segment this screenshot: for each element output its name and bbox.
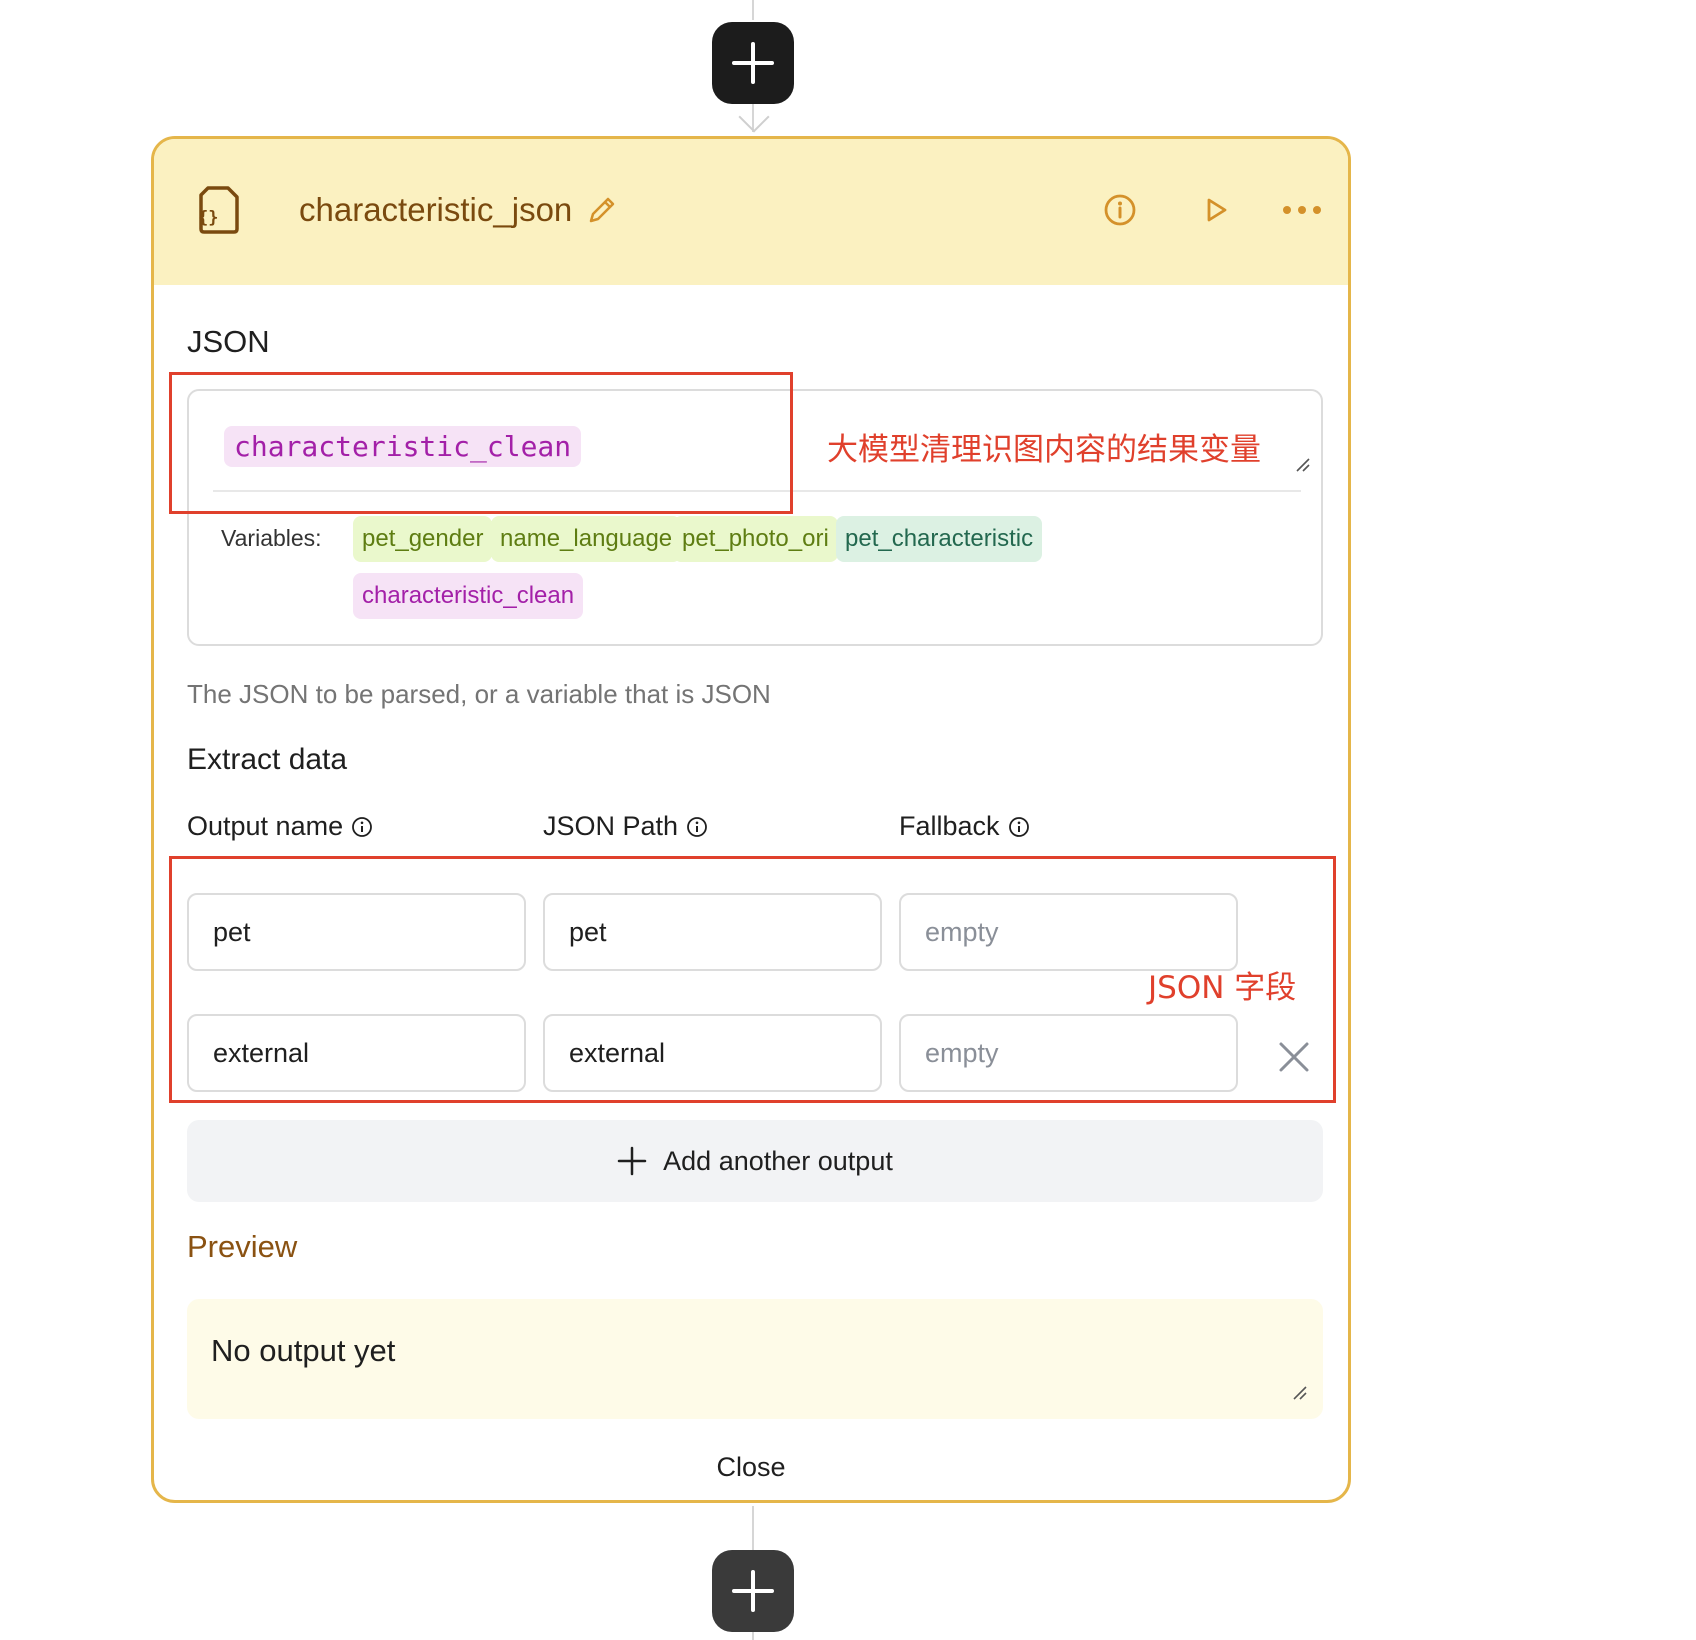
annotation-json-note: 大模型清理识图内容的结果变量	[827, 432, 1261, 468]
bottom-connector-line-lower	[752, 1632, 754, 1640]
annotation-box-json-value	[169, 372, 793, 514]
more-dots-icon	[1283, 206, 1321, 214]
json-section-label: JSON	[187, 324, 270, 359]
down-arrow-icon	[738, 101, 770, 133]
bottom-connector-line	[752, 1506, 754, 1550]
info-button[interactable]	[1102, 192, 1138, 228]
extract-data-label: Extract data	[187, 743, 348, 776]
node-title[interactable]: characteristic_json	[299, 191, 572, 229]
json-file-icon: {}	[198, 186, 239, 234]
plus-icon	[732, 1570, 774, 1612]
more-options-button[interactable]	[1280, 192, 1324, 228]
svg-text:{}: {}	[198, 208, 218, 228]
column-header-fallback-text: Fallback	[899, 811, 1000, 841]
plus-icon	[732, 42, 774, 84]
node-header: {} characteristic_json	[154, 139, 1348, 285]
run-button[interactable]	[1198, 192, 1234, 228]
json-help-text: The JSON to be parsed, or a variable tha…	[187, 679, 771, 709]
info-icon	[1104, 194, 1136, 226]
preview-label: Preview	[187, 1229, 298, 1264]
resize-handle-icon[interactable]	[1292, 1385, 1308, 1401]
add-another-output-button[interactable]: Add another output	[187, 1120, 1323, 1202]
column-header-json-path-text: JSON Path	[543, 811, 679, 841]
column-header-output-name: Output name	[187, 811, 373, 842]
info-icon[interactable]	[686, 816, 708, 838]
info-icon[interactable]	[1008, 816, 1030, 838]
resize-handle-icon[interactable]	[1295, 457, 1311, 473]
variable-chip-pet-photo-ori[interactable]: pet_photo_ori	[673, 516, 838, 562]
top-connector-line	[752, 0, 754, 20]
column-header-fallback: Fallback	[899, 811, 1030, 842]
annotation-fields-note: JSON 字段	[1148, 970, 1297, 1006]
edit-pencil-icon[interactable]	[586, 194, 618, 226]
variable-chip-pet-gender[interactable]: pet_gender	[353, 516, 493, 562]
variable-chip-pet-characteristic[interactable]: pet_characteristic	[836, 516, 1043, 562]
variable-chip-name-language[interactable]: name_language	[491, 516, 682, 562]
json-extract-node-card: {} characteristic_json JSON characterist…	[151, 136, 1351, 1503]
info-icon[interactable]	[351, 816, 373, 838]
add-step-button-top[interactable]	[712, 22, 794, 104]
column-header-output-name-text: Output name	[187, 811, 344, 841]
preview-output-box: No output yet	[187, 1299, 1323, 1419]
preview-text: No output yet	[211, 1333, 396, 1368]
column-header-json-path: JSON Path	[543, 811, 708, 842]
add-step-button-bottom[interactable]	[712, 1550, 794, 1632]
variable-chip-characteristic-clean[interactable]: characteristic_clean	[353, 573, 584, 619]
plus-icon	[617, 1146, 647, 1176]
variables-label: Variables:	[221, 525, 322, 551]
add-another-output-label: Add another output	[663, 1145, 893, 1176]
play-icon	[1207, 198, 1227, 222]
close-button[interactable]: Close	[154, 1452, 1348, 1483]
